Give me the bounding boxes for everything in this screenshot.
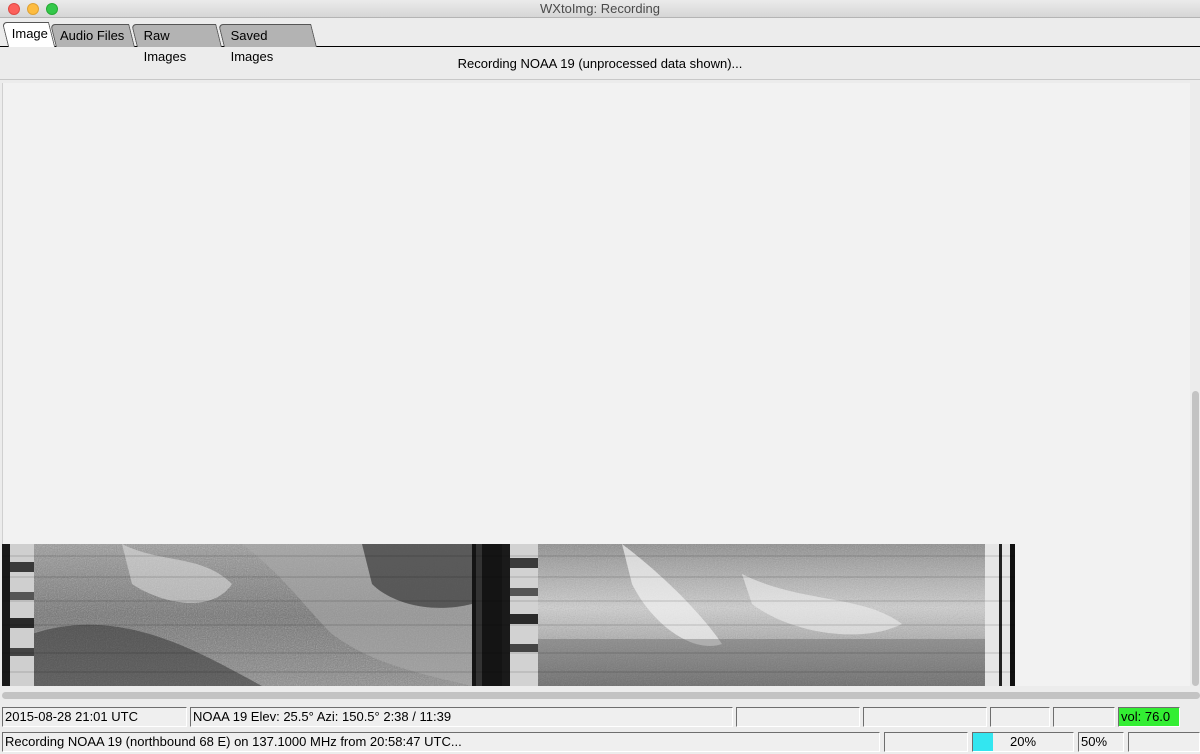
status-field-empty	[990, 707, 1050, 727]
tab-label: Audio Files	[60, 28, 125, 43]
window-title: WXtoImg: Recording	[540, 1, 660, 16]
satellite-image-graphic	[2, 544, 1015, 686]
tab-audio-files[interactable]: Audio Files	[50, 24, 135, 47]
status-datetime: 2015-08-28 21:01 UTC	[2, 707, 187, 727]
horizontal-scrollbar-thumb[interactable]	[2, 692, 1200, 699]
recording-status-heading: Recording NOAA 19 (unprocessed data show…	[0, 48, 1200, 80]
tab-bar: Audio Files Raw Images Saved Images Imag…	[0, 22, 1200, 64]
horizontal-scrollbar[interactable]	[2, 690, 1200, 701]
signal-level-meter: 20%	[972, 732, 1074, 752]
satellite-image	[2, 544, 1015, 686]
title-bar[interactable]: WXtoImg: Recording	[0, 0, 1200, 18]
app-window: WXtoImg: Recording Audio Files Raw Image…	[0, 0, 1200, 754]
tab-image[interactable]: Image	[1, 22, 56, 47]
status-pass-info: NOAA 19 Elev: 25.5° Azi: 150.5° 2:38 / 1…	[190, 707, 733, 727]
tab-label: Image	[11, 26, 48, 41]
tab-raw-images[interactable]: Raw Images	[131, 24, 222, 64]
status-field-empty	[736, 707, 860, 727]
status-field-empty	[884, 732, 968, 752]
signal-level-meter-label: 20%	[1009, 734, 1037, 749]
status-field-empty	[1128, 732, 1200, 752]
tab-saved-images[interactable]: Saved Images	[218, 24, 317, 64]
zoom-level: 50%	[1078, 732, 1124, 752]
volume-indicator: vol: 76.0	[1118, 707, 1180, 727]
status-field-empty	[863, 707, 987, 727]
status-message: Recording NOAA 19 (northbound 68 E) on 1…	[2, 732, 880, 752]
status-field-empty	[1053, 707, 1115, 727]
vertical-scrollbar[interactable]	[1190, 83, 1200, 686]
vertical-scrollbar-thumb[interactable]	[1192, 391, 1199, 686]
